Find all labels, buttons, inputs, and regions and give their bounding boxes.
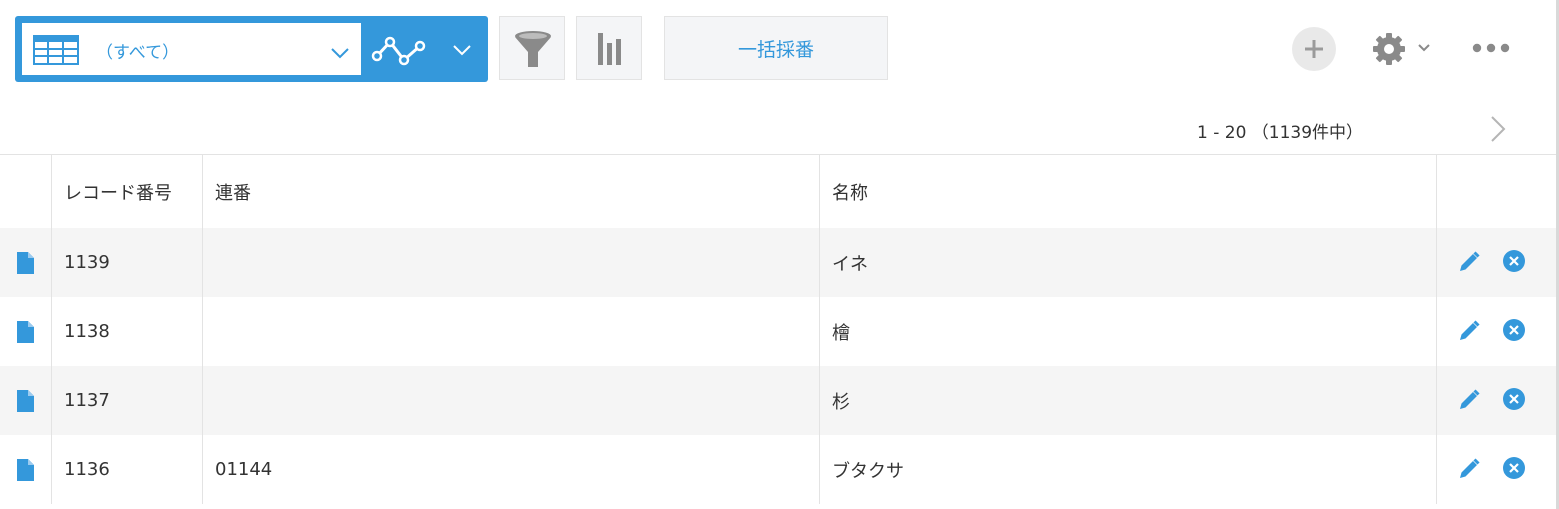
row-actions-cell bbox=[1437, 228, 1559, 297]
table-grid-icon bbox=[33, 35, 79, 65]
records-table: レコード番号 連番 名称 1139 イネ 1138 檜 1137 杉 1136 … bbox=[0, 154, 1559, 504]
add-record-button[interactable] bbox=[1292, 27, 1336, 71]
close-circle-icon[interactable] bbox=[1502, 249, 1526, 273]
pencil-icon[interactable] bbox=[1458, 251, 1480, 273]
table-row: 1138 檜 bbox=[0, 297, 1559, 366]
serial-cell: 01144 bbox=[203, 435, 820, 504]
row-detail-cell bbox=[0, 366, 52, 435]
table-row: 1136 01144 ブタクサ bbox=[0, 435, 1559, 504]
ellipsis-icon[interactable] bbox=[1472, 43, 1510, 53]
record-number-cell: 1139 bbox=[52, 228, 203, 297]
plus-icon bbox=[1305, 40, 1323, 58]
close-circle-icon[interactable] bbox=[1502, 318, 1526, 342]
table-header-row: レコード番号 連番 名称 bbox=[0, 155, 1559, 228]
chevron-down-icon bbox=[331, 48, 349, 59]
document-icon[interactable] bbox=[17, 458, 34, 481]
filter-button[interactable] bbox=[499, 16, 565, 80]
pencil-icon[interactable] bbox=[1458, 389, 1480, 411]
line-graph-icon[interactable] bbox=[370, 32, 430, 68]
table-row: 1137 杉 bbox=[0, 366, 1559, 435]
bar-chart-icon bbox=[598, 33, 621, 65]
view-dropdown[interactable]: （すべて） bbox=[22, 23, 361, 75]
header-name[interactable]: 名称 bbox=[820, 155, 1437, 228]
pencil-icon[interactable] bbox=[1458, 320, 1480, 342]
graph-chevron-down-icon[interactable] bbox=[452, 44, 472, 56]
row-actions-cell bbox=[1437, 435, 1559, 504]
table-row: 1139 イネ bbox=[0, 228, 1559, 297]
close-circle-icon[interactable] bbox=[1502, 456, 1526, 480]
record-number-cell: 1138 bbox=[52, 297, 203, 366]
pencil-icon[interactable] bbox=[1458, 458, 1480, 480]
header-serial[interactable]: 連番 bbox=[203, 155, 820, 228]
document-icon[interactable] bbox=[17, 320, 34, 343]
header-cell-blank bbox=[0, 155, 52, 228]
settings-chevron-down-icon[interactable] bbox=[1418, 44, 1430, 52]
view-selector-group: （すべて） bbox=[15, 16, 488, 82]
header-cell-actions bbox=[1437, 155, 1559, 228]
document-icon[interactable] bbox=[17, 389, 34, 412]
name-cell: イネ bbox=[820, 228, 1437, 297]
chart-button[interactable] bbox=[576, 16, 642, 80]
row-actions-cell bbox=[1437, 297, 1559, 366]
record-number-cell: 1136 bbox=[52, 435, 203, 504]
chevron-right-icon[interactable] bbox=[1489, 115, 1507, 143]
name-cell: 檜 bbox=[820, 297, 1437, 366]
view-dropdown-label: （すべて） bbox=[96, 43, 180, 63]
serial-cell bbox=[203, 366, 820, 435]
gear-icon[interactable] bbox=[1372, 32, 1406, 66]
funnel-icon bbox=[515, 31, 551, 67]
pagination-info: 1 - 20 （1139件中） bbox=[1197, 123, 1364, 143]
serial-cell bbox=[203, 228, 820, 297]
row-detail-cell bbox=[0, 435, 52, 504]
record-number-cell: 1137 bbox=[52, 366, 203, 435]
row-actions-cell bbox=[1437, 366, 1559, 435]
row-detail-cell bbox=[0, 297, 52, 366]
header-record-number[interactable]: レコード番号 bbox=[52, 155, 203, 228]
name-cell: ブタクサ bbox=[820, 435, 1437, 504]
document-icon[interactable] bbox=[17, 251, 34, 274]
name-cell: 杉 bbox=[820, 366, 1437, 435]
close-circle-icon[interactable] bbox=[1502, 387, 1526, 411]
serial-cell bbox=[203, 297, 820, 366]
row-detail-cell bbox=[0, 228, 52, 297]
batch-numbering-button[interactable]: 一括採番 bbox=[664, 16, 888, 80]
